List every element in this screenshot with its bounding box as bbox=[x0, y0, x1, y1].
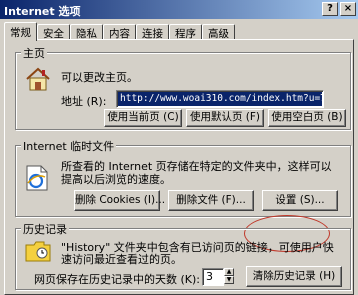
homepage-house-icon bbox=[26, 67, 50, 91]
days-spinner[interactable]: ▲ ▼ bbox=[224, 268, 234, 284]
delete-files-button[interactable]: 删除文件 (F)... bbox=[168, 190, 254, 211]
history-folder-icon bbox=[25, 241, 51, 262]
help-button[interactable]: ? bbox=[322, 2, 338, 16]
temp-files-group: Internet 临时文件 所查看的 Internet 页存储在特定的文件夹中，… bbox=[15, 138, 351, 217]
homepage-legend: 主页 bbox=[21, 45, 47, 61]
tab-security[interactable]: 安全 bbox=[37, 24, 70, 40]
use-current-button[interactable]: 使用当前页 (C) bbox=[104, 109, 182, 127]
window-title: Internet 选项 bbox=[4, 5, 81, 18]
history-legend: 历史记录 bbox=[21, 221, 69, 237]
tab-programs[interactable]: 程序 bbox=[169, 24, 202, 40]
history-group: 历史记录 "History" 文件夹中包含有已访问页的链接，可使用户快 速访问最… bbox=[15, 221, 351, 290]
temp-files-legend: Internet 临时文件 bbox=[21, 138, 117, 154]
homepage-description: 可以更改主页。 bbox=[61, 71, 138, 84]
spin-down-icon[interactable]: ▼ bbox=[224, 276, 234, 284]
homepage-group: 主页 可以更改主页。 地址 (R): http://www.woai310.co… bbox=[15, 45, 351, 130]
address-value: http://www.woai310.com/index.htm?u=7383 bbox=[118, 92, 322, 106]
days-input[interactable]: 3 bbox=[202, 268, 224, 286]
title-bar: Internet 选项 ? × bbox=[0, 0, 358, 19]
history-description-2: 速访问最近查看过的页。 bbox=[61, 253, 182, 266]
temp-files-description-2: 提高以后浏览的速度。 bbox=[61, 173, 171, 186]
days-label: 网页保存在历史记录中的天数 (K): bbox=[34, 273, 200, 286]
delete-cookies-button[interactable]: 删除 Cookies (I)... bbox=[74, 190, 165, 211]
general-panel: 主页 可以更改主页。 地址 (R): http://www.woai310.co… bbox=[4, 39, 354, 295]
address-input[interactable]: http://www.woai310.com/index.htm?u=7383 bbox=[116, 90, 324, 108]
tab-bar: 常规 安全 隐私 内容 连接 程序 高级 bbox=[4, 22, 235, 41]
ie-document-icon bbox=[26, 165, 48, 191]
tab-privacy[interactable]: 隐私 bbox=[70, 24, 103, 40]
clear-history-button[interactable]: 清除历史记录 (H) bbox=[246, 266, 342, 287]
tab-advanced[interactable]: 高级 bbox=[202, 24, 235, 40]
tab-general[interactable]: 常规 bbox=[4, 22, 37, 41]
settings-button[interactable]: 设置 (S)... bbox=[262, 190, 338, 211]
tab-connections[interactable]: 连接 bbox=[136, 24, 169, 40]
days-value: 3 bbox=[206, 270, 213, 283]
tab-content[interactable]: 内容 bbox=[103, 24, 136, 40]
spin-up-icon[interactable]: ▲ bbox=[224, 268, 234, 276]
close-button[interactable]: × bbox=[340, 2, 356, 16]
use-blank-button[interactable]: 使用空白页 (B) bbox=[268, 109, 346, 127]
use-default-button[interactable]: 使用默认页 (F) bbox=[186, 109, 264, 127]
address-label: 地址 (R): bbox=[61, 95, 107, 108]
